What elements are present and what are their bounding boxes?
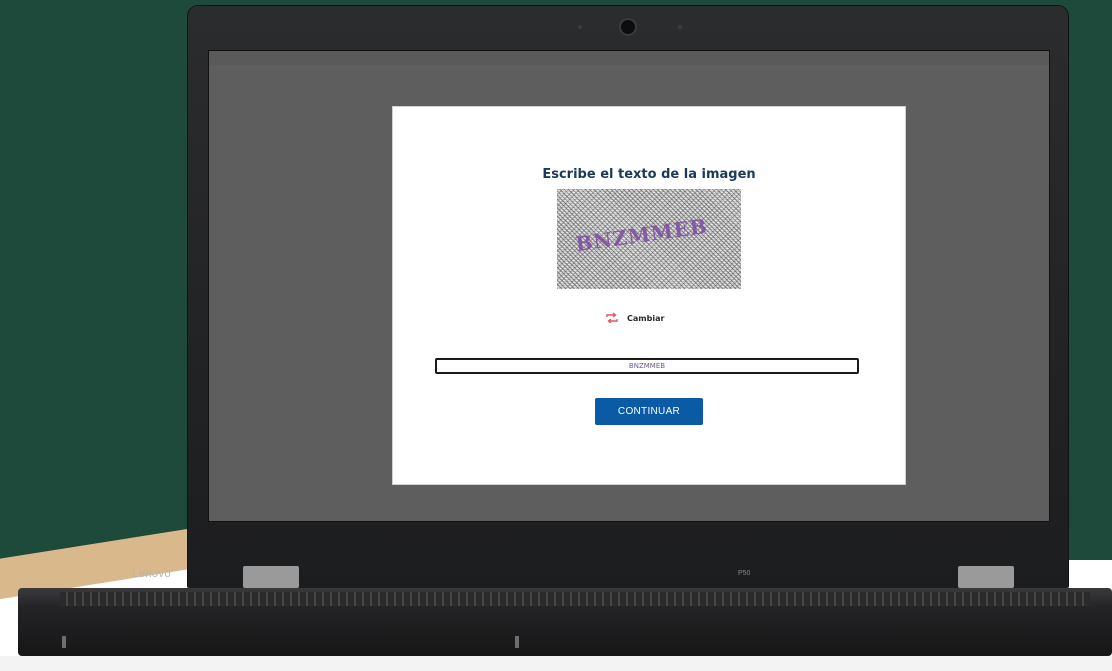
base-foot	[62, 636, 66, 648]
scene: Escribe el texto de la imagen BNZMMEB Ca…	[0, 0, 1112, 671]
captcha-image: BNZMMEB	[557, 189, 741, 289]
refresh-icon	[605, 312, 619, 324]
webcam-icon	[621, 20, 635, 34]
laptop-screen: Escribe el texto de la imagen BNZMMEB Ca…	[208, 50, 1050, 522]
refresh-label: Cambiar	[627, 313, 665, 323]
model-label: P50	[738, 570, 751, 577]
captcha-input[interactable]	[435, 358, 859, 374]
sensor-dot	[578, 25, 582, 29]
captcha-text: BNZMMEB	[573, 213, 710, 257]
browser-top-bar	[209, 51, 1049, 65]
brand-logo: Lenovo	[132, 568, 172, 580]
laptop-lid: Escribe el texto de la imagen BNZMMEB Ca…	[188, 6, 1068, 588]
sensor-dot	[678, 25, 682, 29]
hinge-right	[958, 566, 1014, 588]
page-title: Escribe el texto de la imagen	[542, 167, 756, 182]
keyboard-edge	[60, 592, 1090, 606]
base-foot	[515, 636, 519, 648]
hinge-left	[243, 566, 299, 588]
captcha-page: Escribe el texto de la imagen BNZMMEB Ca…	[393, 107, 905, 484]
refresh-captcha-button[interactable]: Cambiar	[605, 312, 664, 324]
floor	[0, 656, 1112, 671]
continue-button[interactable]: CONTINUAR	[595, 398, 703, 425]
